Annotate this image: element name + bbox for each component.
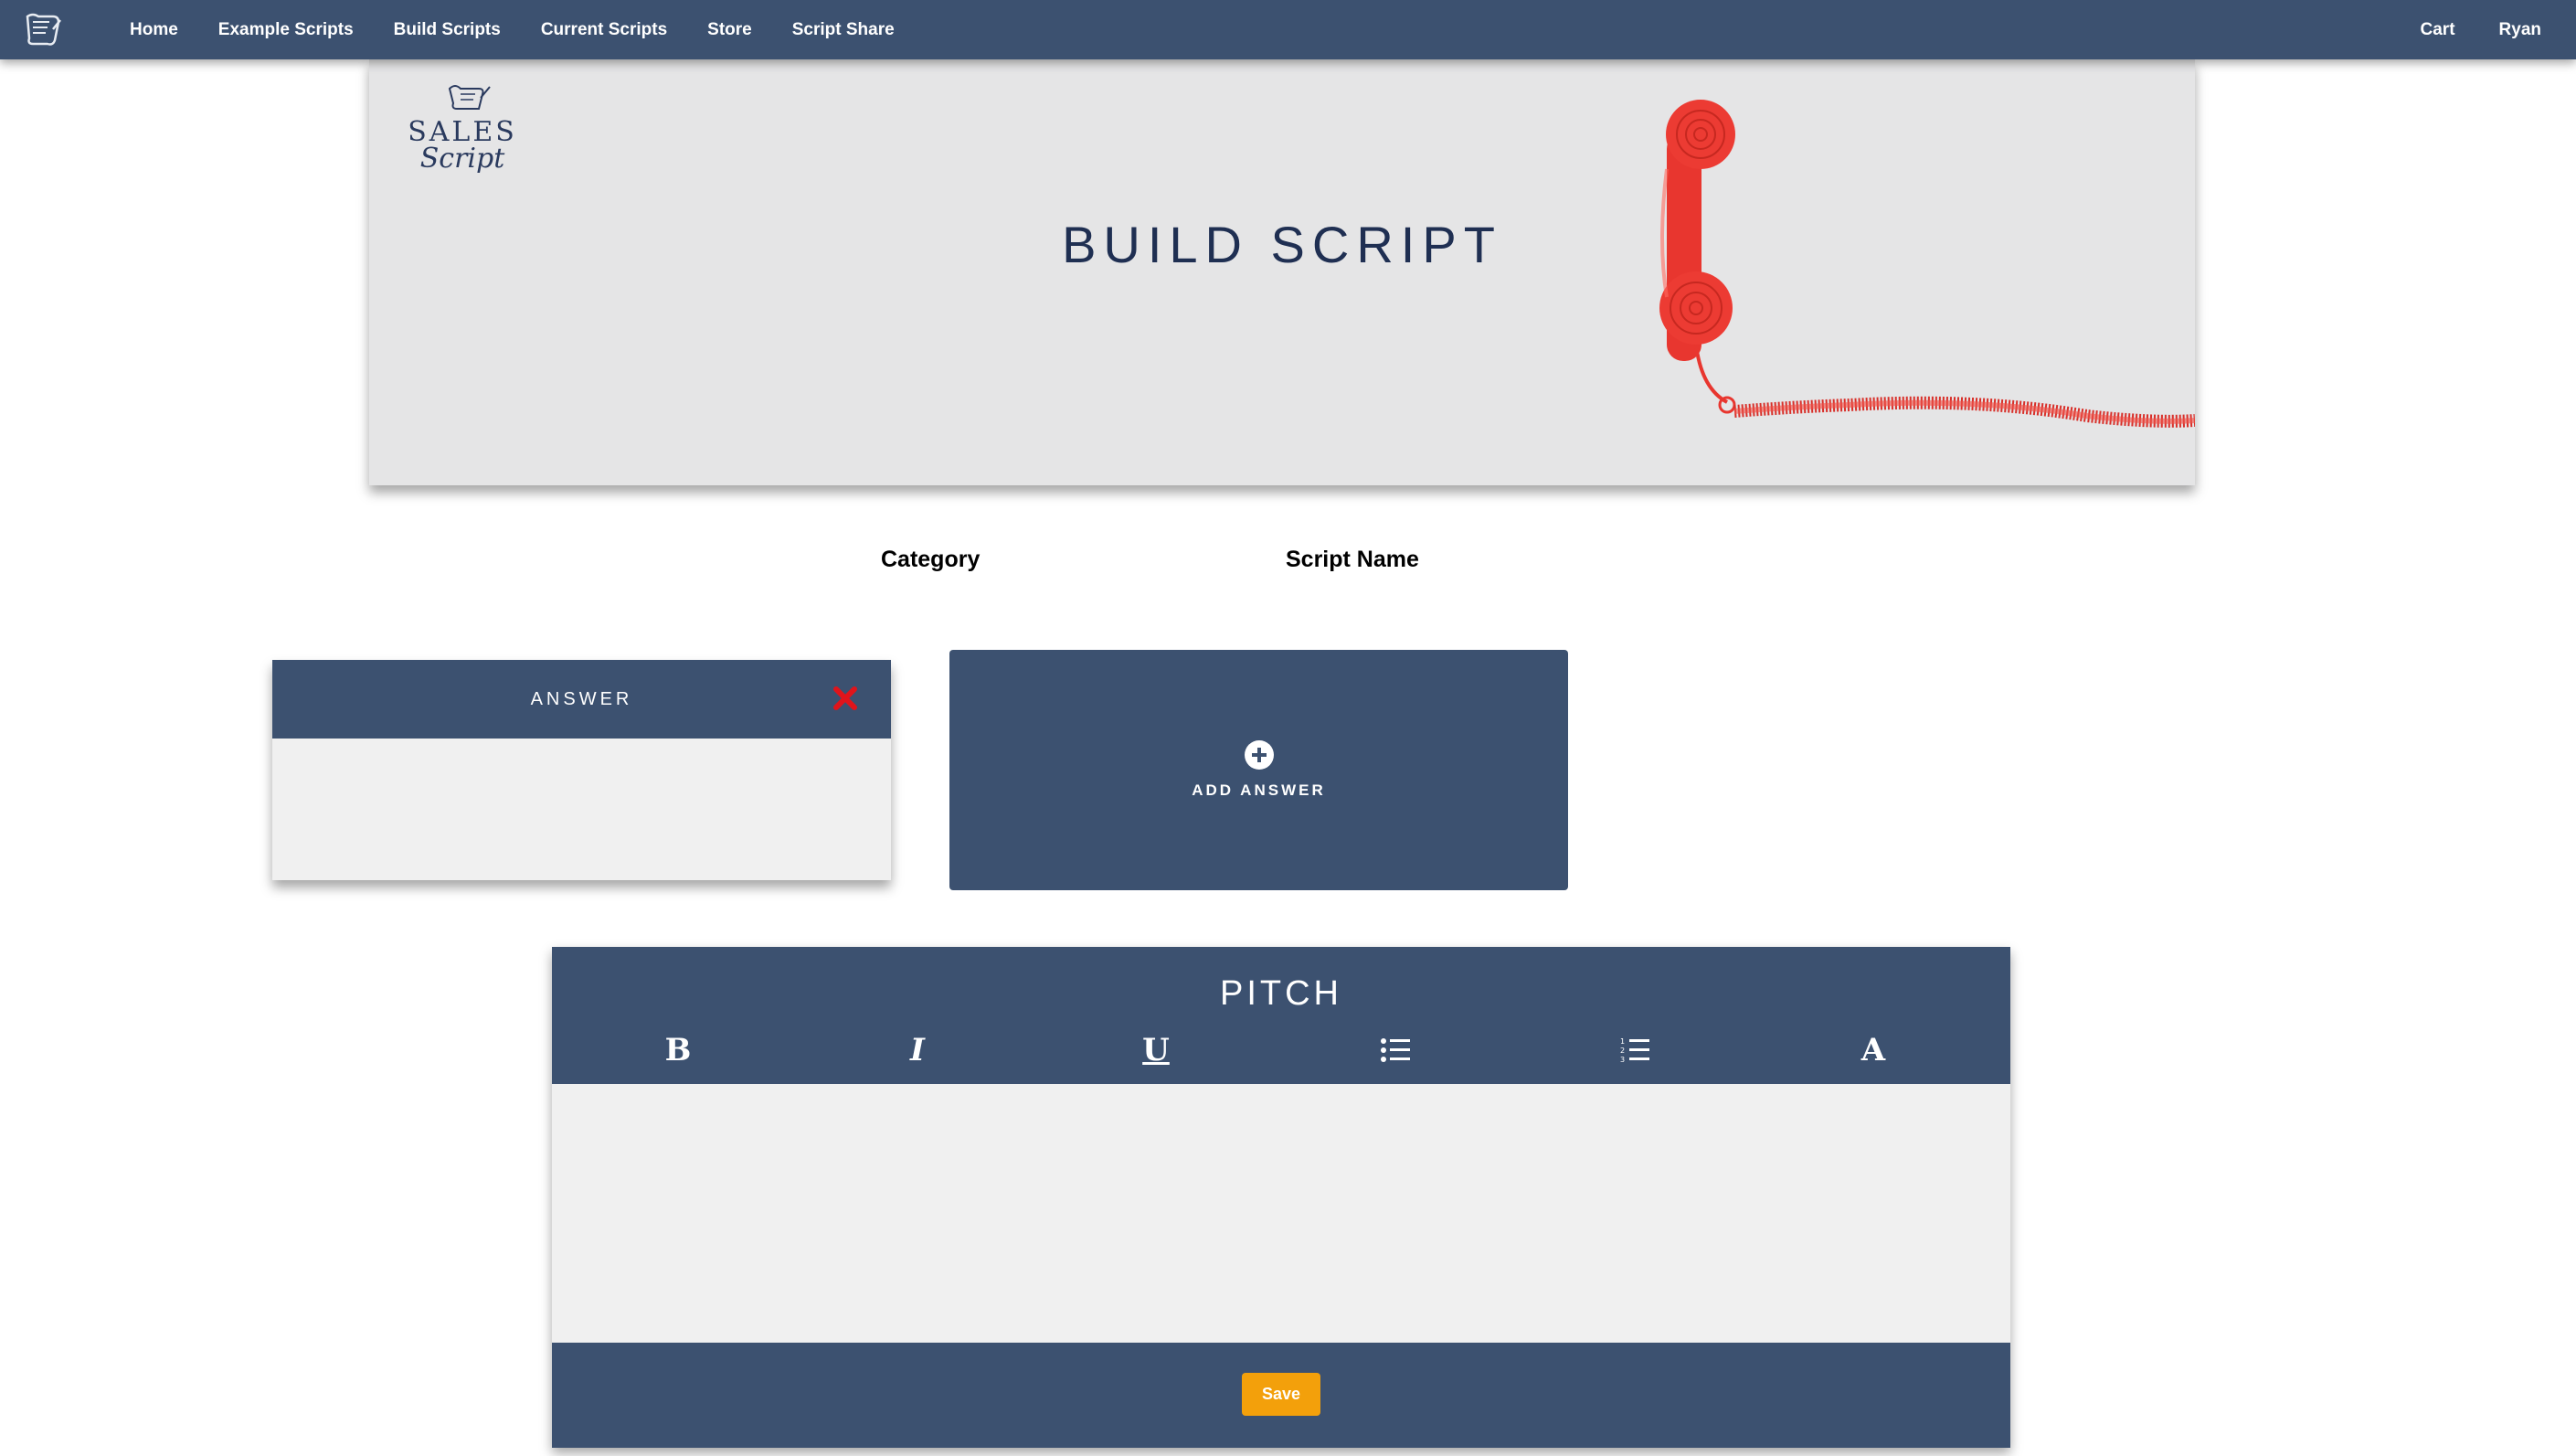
svg-text:1: 1	[1620, 1037, 1625, 1046]
nav-link-cart[interactable]: Cart	[2421, 20, 2455, 40]
nav-link-example-scripts[interactable]: Example Scripts	[218, 20, 354, 40]
nav-link-build-scripts[interactable]: Build Scripts	[394, 20, 501, 40]
answer-card: ANSWER	[272, 660, 891, 880]
hero-banner: SALES Script BUILD SCRIPT	[369, 59, 2195, 485]
answer-card-title: ANSWER	[530, 689, 633, 709]
italic-icon[interactable]: I	[890, 1027, 945, 1073]
pitch-editor: PITCH B I U 1 2 3 A Save	[552, 947, 2010, 1448]
save-button[interactable]: Save	[1242, 1373, 1320, 1416]
font-icon[interactable]: A	[1846, 1027, 1901, 1073]
nav-link-user[interactable]: Ryan	[2499, 20, 2541, 40]
category-label: Category	[881, 547, 981, 572]
bullet-list-icon[interactable]	[1368, 1027, 1423, 1073]
svg-text:2: 2	[1620, 1047, 1625, 1055]
top-navbar: Home Example Scripts Build Scripts Curre…	[0, 0, 2576, 59]
add-answer-button[interactable]: ADD ANSWER	[949, 650, 1568, 890]
answer-card-header: ANSWER	[272, 660, 891, 739]
bold-icon[interactable]: B	[651, 1027, 705, 1073]
close-icon[interactable]	[832, 685, 858, 711]
script-name-label: Script Name	[1286, 547, 1419, 572]
add-answer-label: ADD ANSWER	[1192, 781, 1326, 799]
nav-links: Home Example Scripts Build Scripts Curre…	[130, 0, 935, 59]
svg-text:3: 3	[1620, 1056, 1625, 1063]
pitch-footer: Save	[552, 1343, 2010, 1448]
numbered-list-icon[interactable]: 1 2 3	[1607, 1027, 1662, 1073]
underline-icon[interactable]: U	[1129, 1027, 1183, 1073]
pitch-toolbar: B I U 1 2 3 A	[552, 1027, 2010, 1073]
plus-circle-icon	[1245, 740, 1274, 770]
telephone-image	[1659, 100, 2195, 428]
nav-link-current-scripts[interactable]: Current Scripts	[541, 20, 667, 40]
nav-right: Cart Ryan	[2377, 0, 2541, 59]
pitch-header: PITCH B I U 1 2 3 A	[552, 947, 2010, 1084]
pitch-title: PITCH	[1220, 974, 1342, 1013]
answer-card-body[interactable]	[272, 739, 891, 880]
nav-link-home[interactable]: Home	[130, 20, 178, 40]
nav-link-store[interactable]: Store	[707, 20, 752, 40]
nav-link-script-share[interactable]: Script Share	[792, 20, 895, 40]
scroll-icon[interactable]	[22, 11, 64, 48]
pitch-text-area[interactable]	[552, 1084, 2010, 1343]
